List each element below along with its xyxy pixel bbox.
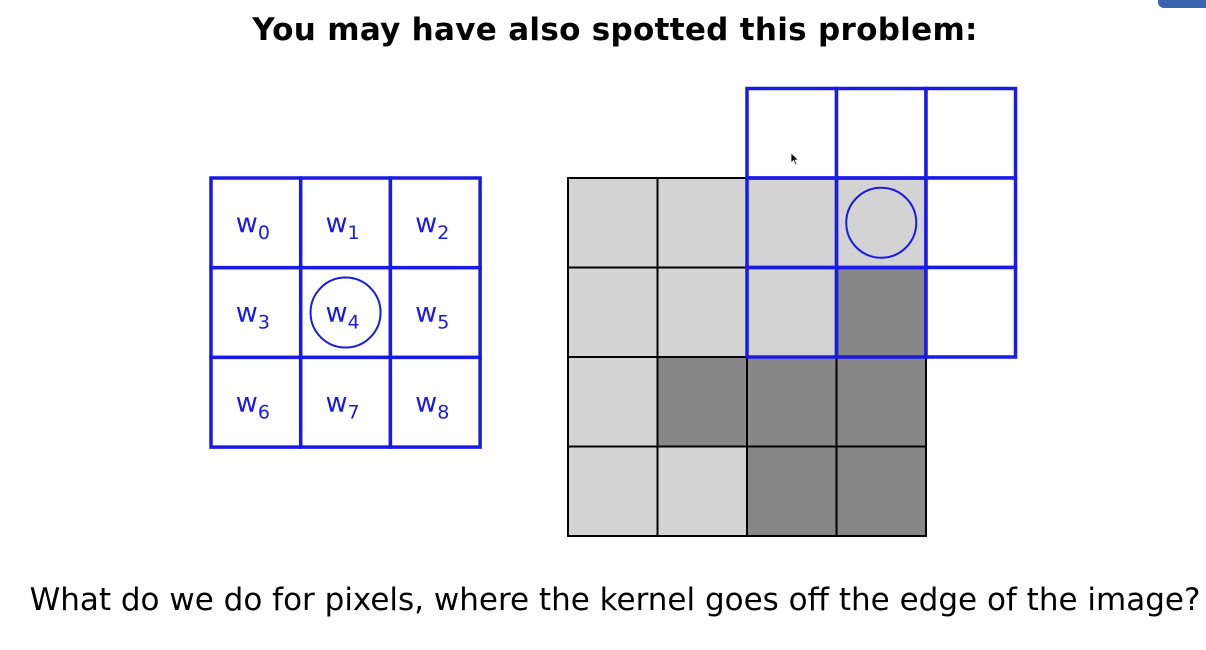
image-pixel-dark: [746, 356, 838, 448]
image-pixel-light: [656, 177, 748, 269]
image-pixel-light: [567, 445, 659, 537]
overlay-cell-outside: [924, 176, 1018, 270]
overlay-cell-outside: [924, 265, 1018, 359]
image-pixel-dark: [835, 356, 927, 448]
image-pixel-light: [567, 266, 659, 358]
overlay-cell-outside: [834, 86, 928, 180]
overlay-cell-outside: [924, 86, 1018, 180]
image-pixel-light: [746, 266, 838, 358]
mouse-pointer-icon: [790, 152, 800, 166]
image-pixel-dark: [835, 266, 927, 358]
image-pixel-light: [746, 177, 838, 269]
image-pixel-dark: [656, 356, 748, 448]
image-pixel-light: [656, 266, 748, 358]
image-pixel-dark: [746, 445, 838, 537]
image-pixel-dark: [835, 445, 927, 537]
image-pixel-light: [656, 445, 748, 537]
convolution-diagram: w0 w1 w2w3 w4 w5w6 w7 w8: [209, 86, 1018, 537]
image-pixel-light: [567, 177, 659, 269]
image-pixel-light: [567, 356, 659, 448]
image-pixel-light: [835, 177, 927, 269]
kernel-grid: w0 w1 w2w3 w4 w5w6 w7 w8: [209, 176, 482, 449]
slide-question: What do we do for pixels, where the kern…: [29, 582, 1201, 618]
